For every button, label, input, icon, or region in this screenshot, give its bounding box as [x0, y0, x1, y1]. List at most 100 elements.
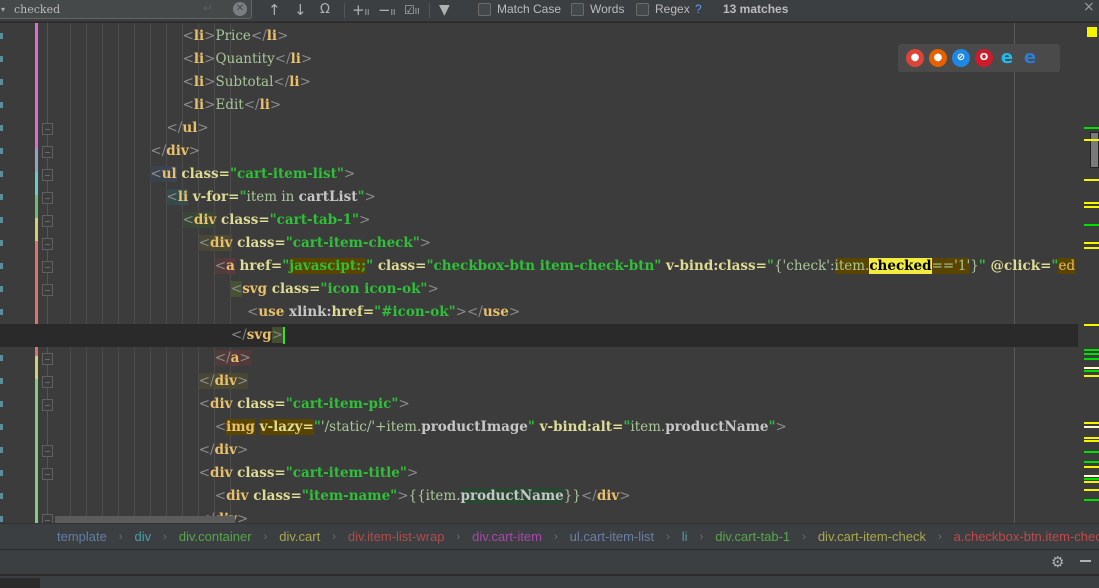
- previous-occurrence-icon[interactable]: ↑: [268, 1, 281, 19]
- code-line[interactable]: <li v-for="item in cartList">: [0, 186, 1078, 209]
- breadcrumb-item[interactable]: div.cart-item-check: [818, 529, 926, 544]
- code-line[interactable]: </a>: [0, 347, 1078, 370]
- scrollbar-marker[interactable]: [1084, 179, 1099, 181]
- add-selection-icon[interactable]: +II: [352, 1, 369, 22]
- code-line[interactable]: <ul class="cart-item-list">: [0, 163, 1078, 186]
- next-occurrence-icon[interactable]: ↓: [294, 1, 307, 19]
- clear-search-icon[interactable]: ✕: [233, 2, 247, 16]
- minimize-icon[interactable]: [1080, 560, 1091, 562]
- match-case-checkbox[interactable]: Match Case: [478, 2, 561, 16]
- scrollbar-marker[interactable]: [1084, 475, 1099, 477]
- scrollbar-marker[interactable]: [1084, 426, 1099, 428]
- scrollbar-marker[interactable]: [1084, 466, 1099, 468]
- match-case-box[interactable]: [478, 2, 491, 16]
- search-input[interactable]: [14, 2, 194, 16]
- words-box[interactable]: [571, 2, 584, 16]
- code-text: </a>: [214, 347, 251, 370]
- scrollbar-marker[interactable]: [1084, 370, 1099, 372]
- code-token: }}: [563, 488, 581, 504]
- firefox-icon[interactable]: ●: [929, 49, 947, 67]
- code-line[interactable]: <div class="cart-item-check">: [0, 232, 1078, 255]
- code-text: <use xlink:href="#icon-ok"></use>: [247, 301, 520, 324]
- scrollbar-marker[interactable]: [1084, 499, 1099, 501]
- code-editor[interactable]: <li>Price</li> <li>Quantity</li> <li>Subto…: [0, 23, 1099, 523]
- breadcrumb-item[interactable]: div.cart-item: [472, 529, 542, 544]
- scrollbar-marker[interactable]: [1084, 224, 1099, 226]
- code-token: {'check':: [773, 258, 835, 274]
- tool-window-tab[interactable]: [0, 578, 40, 588]
- regex-box[interactable]: [636, 2, 649, 16]
- breadcrumb-item[interactable]: div: [135, 529, 152, 544]
- breadcrumb-item[interactable]: li: [682, 529, 688, 544]
- code-line[interactable]: </div>: [0, 370, 1078, 393]
- code-token: >: [271, 327, 283, 343]
- code-text: <img v-lazy="'/static/'+item.productImag…: [215, 416, 787, 439]
- breadcrumb-item[interactable]: template: [57, 529, 107, 544]
- code-line[interactable]: </svg>: [0, 324, 1078, 347]
- scrollbar-marker[interactable]: [1084, 139, 1099, 141]
- scrollbar-marker[interactable]: [1084, 127, 1099, 129]
- close-icon[interactable]: ×: [1083, 0, 1095, 15]
- scrollbar-marker[interactable]: [1084, 358, 1099, 360]
- scrollbar-marker[interactable]: [1084, 461, 1099, 463]
- code-line[interactable]: <li>Edit</li>: [0, 94, 1078, 117]
- breadcrumb-item[interactable]: div.cart: [279, 529, 320, 544]
- breadcrumb-item[interactable]: ul.cart-item-list: [570, 529, 655, 544]
- code-token: class=: [176, 166, 230, 182]
- code-line[interactable]: <li>Subtotal</li>: [0, 71, 1078, 94]
- breadcrumb-item[interactable]: a.checkbox-btn.item-check-btn: [954, 529, 1099, 544]
- scrollbar-marker[interactable]: [1084, 247, 1099, 249]
- scrollbar-marker[interactable]: [1084, 353, 1099, 355]
- chrome-icon[interactable]: ●: [906, 49, 924, 67]
- scrollbar-marker[interactable]: [1084, 422, 1099, 424]
- scrollbar-marker[interactable]: [1084, 242, 1099, 244]
- scrollbar-marker[interactable]: [1084, 206, 1099, 208]
- scrollbar-marker[interactable]: [1084, 478, 1099, 480]
- code-line[interactable]: </ul>: [0, 117, 1078, 140]
- scrollbar-marker[interactable]: [1084, 202, 1099, 204]
- breadcrumb-item[interactable]: div.item-list-wrap: [348, 529, 445, 544]
- scrollbar-marker[interactable]: [1084, 437, 1099, 439]
- code-line[interactable]: <div class="cart-item-pic">: [0, 393, 1078, 416]
- code-line[interactable]: <div class="cart-item-title">: [0, 462, 1078, 485]
- search-history-dropdown-icon[interactable]: ▾: [1, 5, 11, 14]
- code-line[interactable]: <svg class="icon icon-ok">: [0, 278, 1078, 301]
- breadcrumb-separator-icon: ›: [163, 530, 167, 543]
- scrollbar-marker[interactable]: [1084, 367, 1099, 369]
- code-line[interactable]: <img v-lazy="'/static/'+item.productImag…: [0, 416, 1078, 439]
- gear-icon[interactable]: ⚙: [1051, 553, 1064, 571]
- select-all-occurrences-icon[interactable]: Ω: [320, 1, 330, 19]
- edge-icon[interactable]: e: [1021, 49, 1039, 67]
- scrollbar-marker[interactable]: [1084, 451, 1099, 453]
- code-line[interactable]: </div>: [0, 140, 1078, 163]
- select-all-matches-icon[interactable]: ☑II: [404, 1, 419, 21]
- words-checkbox[interactable]: Words: [571, 2, 624, 16]
- breadcrumb-item[interactable]: div.cart-tab-1: [715, 529, 790, 544]
- match-case-label: Match Case: [497, 2, 562, 16]
- scrollbar-marker[interactable]: [1084, 349, 1099, 351]
- breadcrumb-item[interactable]: div.container: [179, 529, 252, 544]
- vertical-scrollbar-thumb[interactable]: [1090, 132, 1099, 168]
- opera-icon[interactable]: O: [975, 49, 993, 67]
- scrollbar-marker[interactable]: [1084, 440, 1099, 442]
- remove-selection-icon[interactable]: −II: [378, 1, 395, 22]
- regex-checkbox[interactable]: Regex: [636, 2, 690, 16]
- regex-help-link[interactable]: ?: [695, 2, 702, 16]
- safari-icon[interactable]: ⊘: [952, 49, 970, 67]
- code-line[interactable]: <div class="cart-tab-1">: [0, 209, 1078, 232]
- code-token: xlink:: [284, 304, 332, 320]
- scrollbar-marker[interactable]: [1084, 481, 1099, 483]
- scrollbar-marker[interactable]: [1084, 324, 1099, 326]
- code-token: div: [193, 212, 217, 228]
- code-line[interactable]: <div class="item-name">{{item.productNam…: [0, 485, 1078, 508]
- scrollbar-marker[interactable]: [1084, 489, 1099, 491]
- code-line[interactable]: </div>: [0, 439, 1078, 462]
- code-token: li: [259, 97, 270, 113]
- horizontal-scrollbar[interactable]: [55, 516, 235, 523]
- inspection-status-icon[interactable]: [1087, 27, 1097, 37]
- scrollbar-marker[interactable]: [1084, 375, 1099, 377]
- internet-explorer-icon[interactable]: e: [998, 49, 1016, 67]
- code-line[interactable]: <a href= " javascipt:; " class="checkbox-bt…: [0, 255, 1078, 278]
- code-line[interactable]: <use xlink:href="#icon-ok"></use>: [0, 301, 1078, 324]
- filter-icon[interactable]: ▼: [439, 1, 450, 19]
